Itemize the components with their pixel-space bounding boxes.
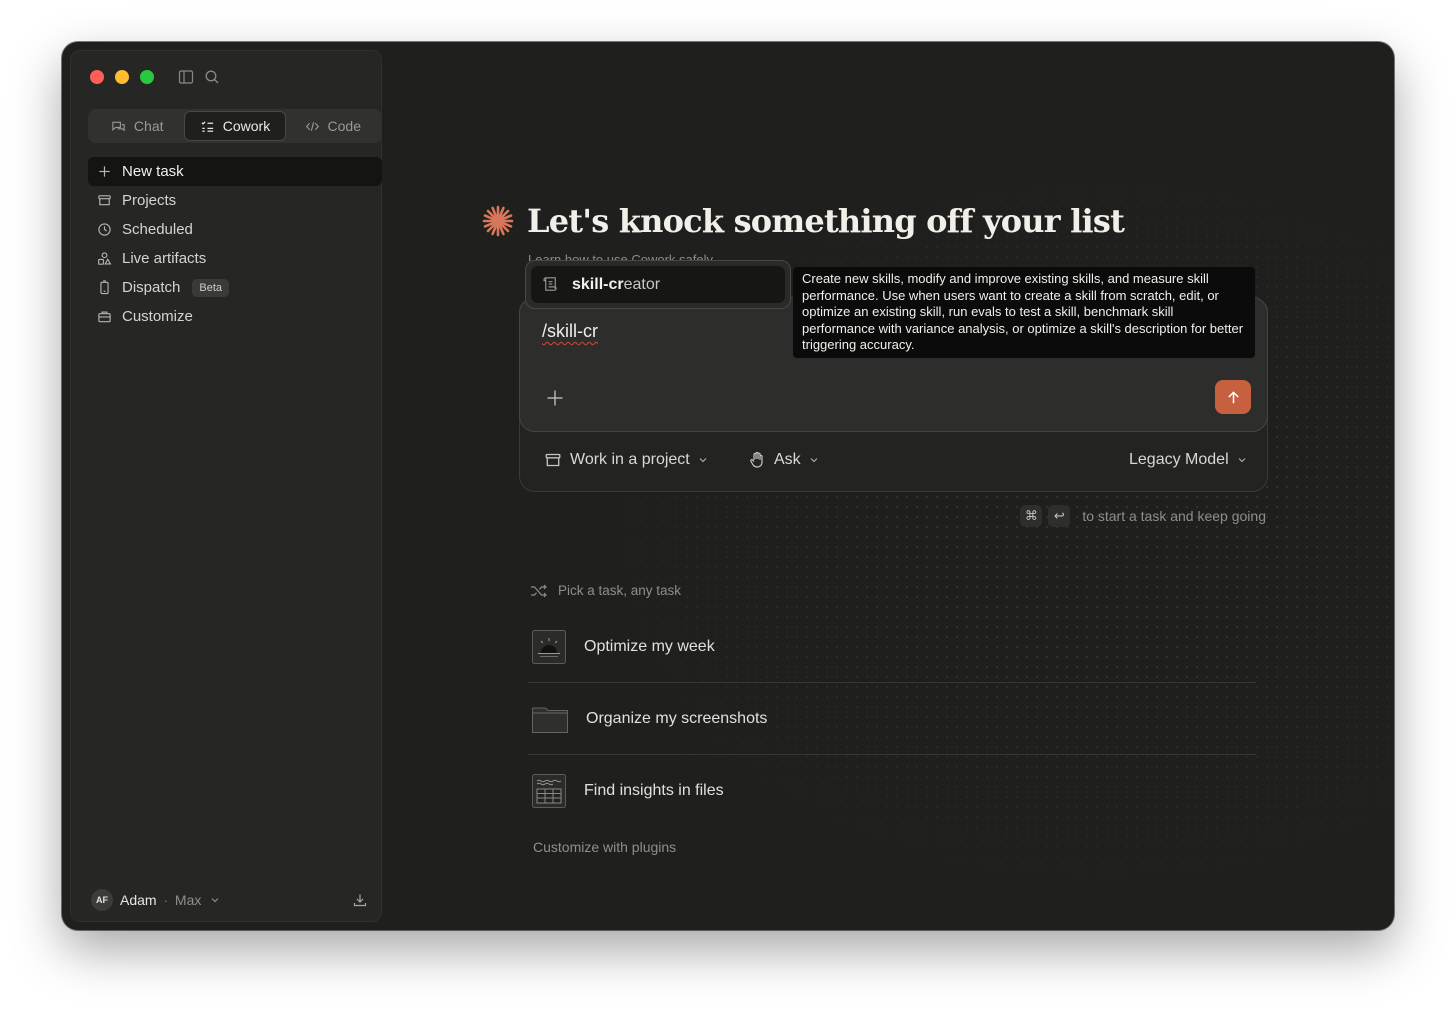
minimize-window-button[interactable] (115, 70, 129, 84)
project-selector-label: Work in a project (570, 451, 690, 468)
sidebar-item-new-task[interactable]: New task (88, 157, 382, 186)
avatar: AF (91, 889, 113, 911)
task-optimize-week[interactable]: Optimize my week (528, 611, 1256, 683)
task-label: Find insights in files (584, 782, 724, 799)
prompt-input-value: /skill-cr (542, 321, 598, 341)
suggestions-header: Pick a task, any task (530, 583, 681, 598)
mode-switcher: Chat Cowork Code (88, 109, 382, 143)
checklist-icon (201, 120, 213, 132)
task-organize-screenshots[interactable]: Organize my screenshots (528, 683, 1256, 755)
briefcase-icon (98, 311, 111, 323)
account-plan: Max (174, 892, 202, 908)
clock-icon (98, 223, 111, 236)
starburst-logo-icon (482, 205, 514, 237)
slash-command-popup: skill-creator (525, 260, 791, 309)
beta-badge: Beta (192, 278, 229, 297)
shapes-icon (98, 252, 112, 265)
mode-selector[interactable]: Ask (748, 451, 819, 469)
sidebar-item-live-artifacts[interactable]: Live artifacts (88, 244, 382, 273)
app-window: Chat Cowork Code New task Projects Sched… (62, 42, 1394, 930)
spreadsheet-icon (532, 774, 566, 808)
chevron-down-icon (1238, 458, 1246, 463)
shortcut-hint-text: to start a task and keep going (1082, 508, 1266, 524)
shortcut-hint: ⌘ ↩ to start a task and keep going (1020, 505, 1266, 527)
add-attachment-icon[interactable] (545, 388, 565, 408)
calendar-sunrise-icon (532, 629, 566, 664)
code-brackets-icon (305, 121, 319, 131)
chevron-down-icon (211, 898, 219, 903)
task-label: Organize my screenshots (586, 709, 768, 727)
chevron-down-icon (810, 458, 818, 463)
shuffle-icon (531, 584, 547, 597)
return-key: ↩ (1048, 505, 1071, 527)
task-find-insights[interactable]: Find insights in files (528, 755, 1256, 827)
account-name: Adam (120, 892, 157, 908)
remaining-text: eator (623, 275, 661, 293)
sidebar-item-projects[interactable]: Projects (88, 186, 382, 215)
sidebar-item-customize[interactable]: Customize (88, 302, 382, 331)
project-selector[interactable]: Work in a project (544, 451, 708, 469)
chat-bubbles-icon (112, 121, 125, 131)
window-controls (90, 70, 154, 84)
mode-selector-label: Ask (774, 451, 801, 468)
phone-icon (100, 280, 109, 295)
hand-icon (750, 451, 763, 468)
sidebar-item-label: Projects (122, 192, 177, 209)
account-switcher[interactable]: AF Adam · Max (91, 889, 220, 911)
task-label: Optimize my week (584, 637, 715, 655)
model-selector-label: Legacy Model (1129, 451, 1229, 468)
tab-cowork[interactable]: Cowork (184, 111, 286, 141)
sidebar-item-label: Live artifacts (122, 250, 207, 267)
zoom-window-button[interactable] (140, 70, 154, 84)
box-icon (545, 453, 561, 467)
customize-plugins-link[interactable]: Customize with plugins (533, 839, 676, 855)
search-icon[interactable] (204, 69, 220, 85)
skill-creator-label: skill-creator (572, 276, 660, 294)
tab-chat-label: Chat (133, 118, 164, 134)
sidebar-item-label: Dispatch (122, 279, 181, 296)
sidebar-item-label: Customize (122, 308, 193, 325)
send-button[interactable] (1215, 380, 1251, 414)
folder-icon (532, 706, 568, 733)
arrow-up-icon (1228, 391, 1238, 403)
prompt-input[interactable]: /skill-cr (542, 321, 598, 342)
sidebar-item-dispatch[interactable]: Dispatch Beta (88, 273, 382, 302)
sidebar-nav: New task Projects Scheduled Live artifac… (88, 157, 382, 331)
scroll-icon (543, 277, 557, 291)
tab-code-label: Code (327, 118, 361, 134)
sidebar: Chat Cowork Code New task Projects Sched… (70, 50, 382, 922)
close-window-button[interactable] (90, 70, 104, 84)
skill-description-tooltip: Create new skills, modify and improve ex… (793, 267, 1255, 358)
box-icon (98, 195, 111, 206)
sidebar-item-scheduled[interactable]: Scheduled (88, 215, 382, 244)
page-title: Let's knock something off your list (482, 202, 1125, 240)
matched-text: skill-cr (572, 275, 624, 293)
suggestions-header-text: Pick a task, any task (558, 583, 682, 598)
sidebar-item-label: New task (122, 163, 184, 180)
model-selector[interactable]: Legacy Model (1129, 451, 1247, 469)
chevron-down-icon (699, 458, 707, 463)
sidebar-item-label: Scheduled (122, 221, 193, 238)
tab-cowork-label: Cowork (222, 118, 271, 134)
command-key: ⌘ (1020, 505, 1043, 527)
account-separator: · (163, 892, 168, 908)
headline-text: Let's knock something off your list (527, 202, 1125, 240)
skill-creator-option[interactable]: skill-creator (531, 266, 785, 303)
tab-code[interactable]: Code (286, 111, 380, 141)
plus-icon (99, 166, 110, 177)
download-icon[interactable] (353, 893, 367, 907)
sidebar-toggle-icon[interactable] (178, 69, 194, 85)
tab-chat[interactable]: Chat (90, 111, 184, 141)
